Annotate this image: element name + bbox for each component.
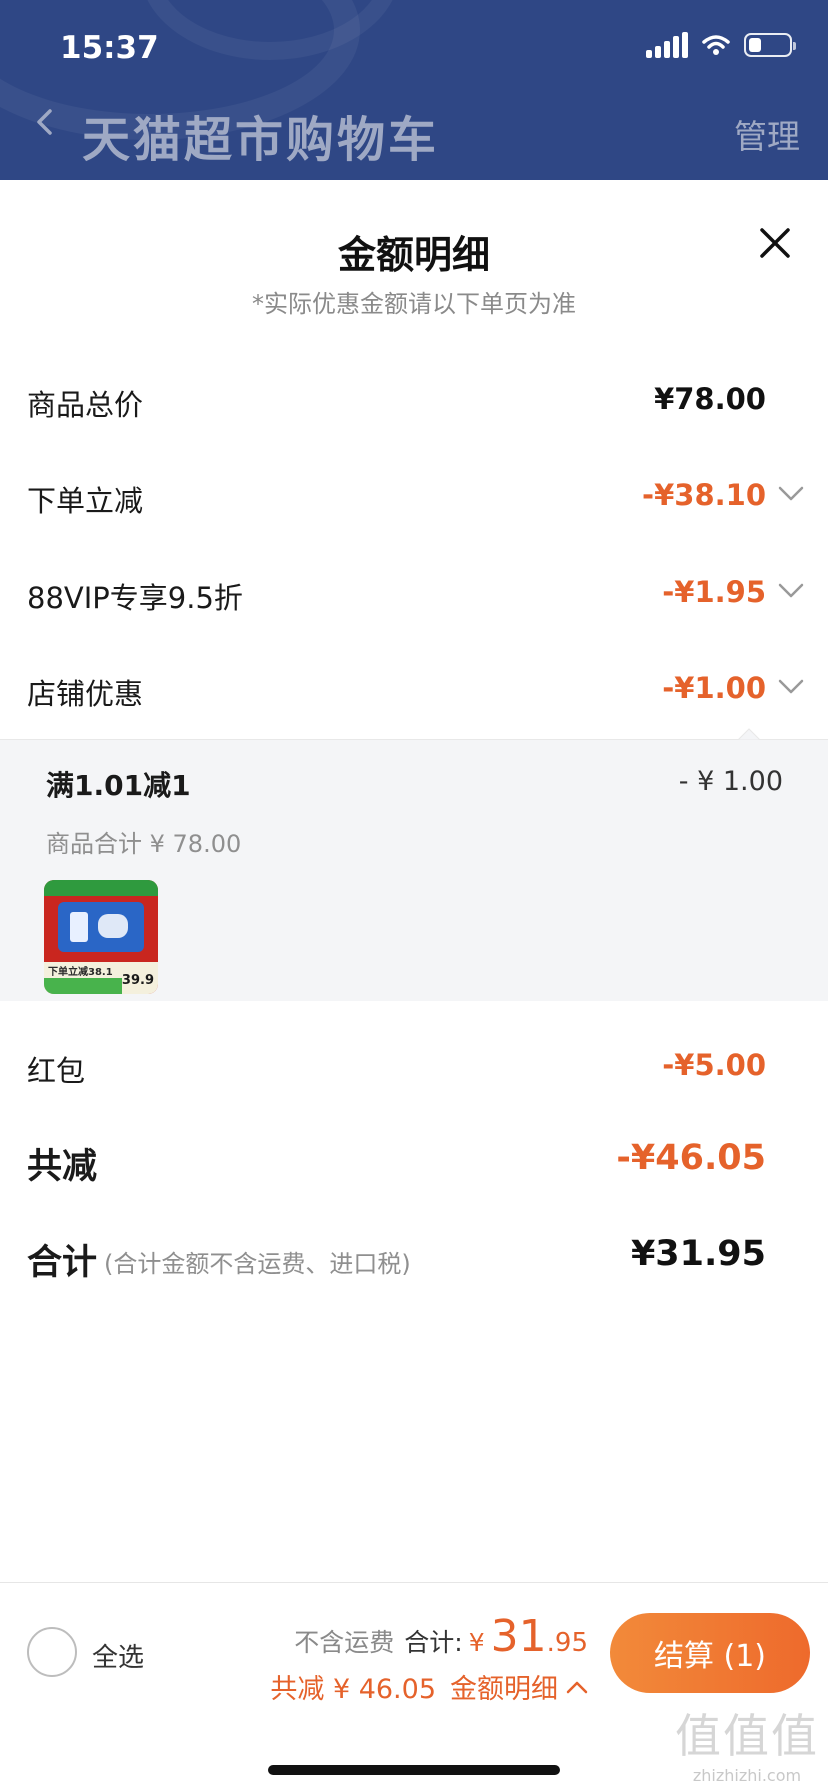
row-value: -¥38.10 [642,478,766,512]
sheet-title: 金额明细 [337,233,490,277]
row-label: 下单立减 [27,484,144,518]
row-value: -¥1.00 [662,671,766,705]
status-icons [646,32,796,58]
detail-title: 满1.01减1 [46,769,191,802]
select-all-checkbox[interactable] [27,1627,77,1677]
row-value: -¥46.05 [616,1138,766,1178]
watermark-site: zhizhizhi.com [692,1766,802,1785]
chevron-down-icon[interactable] [778,583,804,599]
currency-symbol: ¥ [468,1628,485,1657]
sum-decimal: .95 [546,1628,588,1658]
back-arrow-icon[interactable] [32,108,60,136]
shipping-note: 不含运费 [294,1628,395,1657]
row-order-discount[interactable]: 下单立减 -¥38.10 [0,466,828,526]
sum-label: 合计: [404,1628,463,1657]
chevron-down-icon[interactable] [778,486,804,502]
row-value: ¥78.00 [654,382,766,416]
amount-detail-link[interactable]: 金额明细 [450,1667,558,1706]
app-header: 15:37 天猫超市购物车 管理 [0,0,828,180]
row-label: 共减 [27,1147,98,1187]
watermark-logo: 值值值 zhizhizhi.com [672,1700,822,1785]
row-value: ¥31.95 [630,1234,766,1274]
wifi-icon [702,35,730,55]
total-discount-text: 共减 ¥ 46.05 [270,1674,436,1705]
thumbnail-price: 39.9 [121,973,154,988]
manage-button[interactable]: 管理 [734,110,800,158]
signal-icon [646,32,688,58]
row-label: 合计 [27,1243,98,1283]
chevron-down-icon[interactable] [778,679,804,695]
row-red-packet: 红包 -¥5.00 [0,1036,828,1096]
row-88vip-discount[interactable]: 88VIP专享9.5折 -¥1.95 [0,563,828,623]
chevron-up-icon[interactable] [566,1680,588,1694]
thumbnail-promo: 下单立减38.1 [48,967,113,978]
page-title: 天猫超市购物车 [82,112,440,168]
watermark-text: 值值值 [675,1709,819,1763]
select-all-label[interactable]: 全选 [92,1637,144,1674]
battery-icon [744,33,796,57]
row-label: 红包 [27,1054,86,1088]
caret-up-icon [738,728,760,740]
checkout-button[interactable]: 结算 (1) [610,1613,810,1693]
product-thumbnail[interactable]: 下单立减38.1 39.9 [44,880,158,994]
row-grand-total: 合计 (合计金额不含运费、进口税) ¥31.95 [0,1226,828,1286]
row-label: 88VIP专享9.5折 [27,581,243,615]
row-goods-total: 商品总价 ¥78.00 [0,370,828,430]
row-value: -¥5.00 [662,1048,766,1082]
discount-line[interactable]: 共减 ¥ 46.05 金额明细 [270,1667,588,1706]
home-indicator[interactable] [268,1765,560,1775]
sheet-subtitle: *实际优惠金额请以下单页为准 [252,290,576,318]
status-time: 15:37 [60,30,159,66]
row-label: 店铺优惠 [27,677,144,711]
row-store-discount[interactable]: 店铺优惠 -¥1.00 [0,659,828,719]
total-note: (合计金额不含运费、进口税) [104,1250,411,1278]
amount-detail-sheet: 金额明细 *实际优惠金额请以下单页为准 商品总价 ¥78.00 下单立减 -¥3… [0,180,828,1792]
row-total-discount: 共减 -¥46.05 [0,1130,828,1190]
detail-subtotal: 商品合计 ¥ 78.00 [46,830,242,858]
sum-line: 不含运费 合计: ¥ 31 .95 [294,1611,588,1662]
close-icon[interactable] [758,226,792,260]
row-label: 商品总价 [27,388,144,422]
detail-value: - ¥ 1.00 [678,766,783,797]
sum-integer: 31 [490,1611,547,1662]
store-discount-detail: 满1.01减1 - ¥ 1.00 商品合计 ¥ 78.00 下单立减38.1 3… [0,728,828,1001]
row-value: -¥1.95 [662,575,766,609]
